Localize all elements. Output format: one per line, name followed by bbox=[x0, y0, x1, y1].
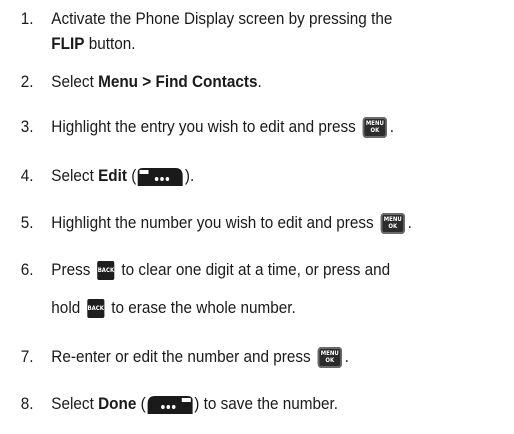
right-softkey-icon bbox=[136, 166, 185, 188]
done-softkey-label: Done bbox=[98, 394, 137, 413]
step-number: 5. bbox=[20, 213, 34, 232]
flip-key-label: FLIP bbox=[51, 34, 85, 53]
step-number: 4. bbox=[20, 166, 34, 185]
step-number: 1. bbox=[20, 9, 34, 28]
left-softkey-icon bbox=[146, 394, 195, 416]
edit-softkey-label: Edit bbox=[98, 166, 127, 185]
menu-ok-key-icon: MENU OK bbox=[362, 117, 388, 139]
menu-ok-key-icon: MENU OK bbox=[317, 347, 342, 369]
instructions-page: { "steps": [ {"num":"1.","line1_pre":"Ac… bbox=[0, 0, 514, 434]
step-number: 8. bbox=[20, 394, 34, 413]
step-number: 2. bbox=[20, 72, 34, 91]
step-number: 6. bbox=[20, 260, 34, 279]
menu-path: Menu > Find Contacts bbox=[98, 72, 258, 91]
step-number: 7. bbox=[20, 347, 34, 366]
back-key-icon: BACK bbox=[97, 261, 115, 281]
menu-ok-key-icon: MENU OK bbox=[380, 213, 405, 235]
step-number: 3. bbox=[20, 117, 34, 136]
back-key-icon: BACK bbox=[87, 299, 105, 319]
step-text: Activate the Phone Display screen by pre… bbox=[51, 9, 393, 28]
